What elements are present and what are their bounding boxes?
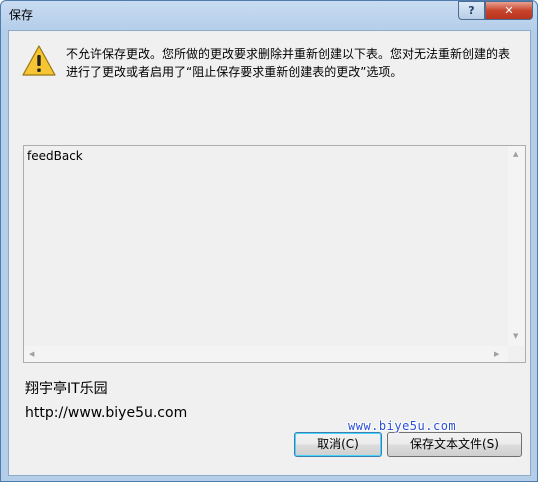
list-item[interactable]: feedBack [27, 149, 83, 163]
save-dialog-window: 保存 ? ✕ 不允许保存更改。您所做的更改要求删除并重新创建以下表。您对无法重新… [0, 0, 538, 482]
horizontal-scrollbar[interactable]: ◀ ▶ [24, 346, 508, 362]
scroll-left-arrow-icon[interactable]: ◀ [29, 350, 34, 358]
save-text-file-button[interactable]: 保存文本文件(S) [387, 432, 522, 457]
dialog-client-area: 不允许保存更改。您所做的更改要求删除并重新创建以下表。您对无法重新创建的表进行了… [8, 30, 531, 476]
scroll-down-arrow-icon[interactable]: ▼ [513, 332, 518, 340]
cancel-button[interactable]: 取消(C) [294, 432, 382, 457]
scrollbar-corner [508, 346, 525, 362]
brand-label: 翔宇亭IT乐园 [25, 381, 108, 397]
scroll-up-arrow-icon[interactable]: ▲ [513, 150, 518, 158]
window-title: 保存 [9, 8, 34, 22]
help-button[interactable]: ? [458, 1, 485, 20]
title-bar[interactable]: 保存 ? ✕ [1, 1, 537, 29]
warning-icon [22, 45, 56, 76]
vertical-scrollbar[interactable]: ▲ ▼ [508, 146, 525, 346]
table-list-box[interactable]: feedBack ▲ ▼ ◀ ▶ [23, 145, 526, 363]
watermark-text: www.biye5u.com [348, 419, 457, 433]
warning-message: 不允许保存更改。您所做的更改要求删除并重新创建以下表。您对无法重新创建的表进行了… [66, 47, 511, 79]
close-button[interactable]: ✕ [485, 1, 533, 20]
url-label: http://www.biye5u.com [25, 405, 188, 421]
scroll-right-arrow-icon[interactable]: ▶ [494, 350, 499, 358]
